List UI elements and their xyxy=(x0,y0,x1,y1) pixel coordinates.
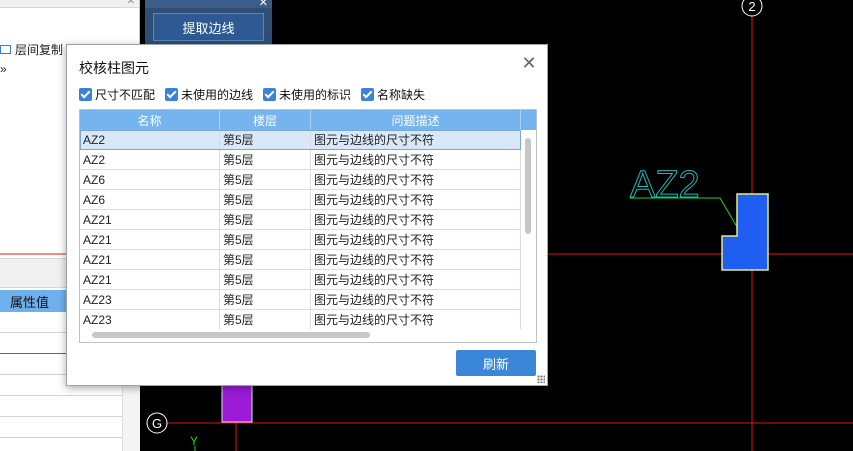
issues-table: 名称 楼层 问题描述 AZ2 第5层 图元与边线的尺寸不符 AZ2 第5层 图元… xyxy=(79,109,537,343)
cell-name: AZ21 xyxy=(80,230,220,249)
filter-size-mismatch[interactable]: 尺寸不匹配 xyxy=(79,86,155,103)
column-shape[interactable] xyxy=(721,193,769,271)
table-row[interactable]: AZ6 第5层 图元与边线的尺寸不符 xyxy=(80,190,521,210)
cell-floor: 第5层 xyxy=(220,250,311,269)
cell-name: AZ2 xyxy=(80,130,220,149)
scroll-thumb[interactable] xyxy=(525,138,531,234)
cell-name: AZ21 xyxy=(80,250,220,269)
refresh-button[interactable]: 刷新 xyxy=(456,350,536,376)
column-header-floor[interactable]: 楼层 xyxy=(220,110,311,130)
column-header-name[interactable]: 名称 xyxy=(80,110,220,130)
table-row[interactable]: AZ2 第5层 图元与边线的尺寸不符 xyxy=(80,150,521,170)
cell-description: 图元与边线的尺寸不符 xyxy=(311,270,521,289)
cell-description: 图元与边线的尺寸不符 xyxy=(311,290,521,309)
cell-name: AZ2 xyxy=(80,150,220,169)
panel-title-bar: ✕ xyxy=(0,0,139,8)
cell-name: AZ23 xyxy=(80,290,220,309)
cell-floor: 第5层 xyxy=(220,270,311,289)
table-row[interactable]: AZ21 第5层 图元与边线的尺寸不符 xyxy=(80,270,521,290)
table-row[interactable]: AZ23 第5层 图元与边线的尺寸不符 xyxy=(80,310,521,330)
check-column-dialog: 校核柱图元 ✕ 尺寸不匹配 未使用的边线 未使用的标识 名称缺失 名称 楼层 问… xyxy=(66,44,548,386)
checkbox-checked-icon[interactable] xyxy=(165,88,179,101)
checkbox-checked-icon[interactable] xyxy=(361,88,375,101)
cell-description: 图元与边线的尺寸不符 xyxy=(311,310,521,329)
table-row[interactable]: AZ6 第5层 图元与边线的尺寸不符 xyxy=(80,170,521,190)
filter-label: 未使用的边线 xyxy=(181,88,254,102)
cell-floor: 第5层 xyxy=(220,290,311,309)
table-row[interactable]: AZ2 第5层 图元与边线的尺寸不符 xyxy=(80,130,521,150)
close-icon[interactable]: ✕ xyxy=(521,54,537,72)
cell-floor: 第5层 xyxy=(220,310,311,329)
filter-label: 未使用的标识 xyxy=(279,88,352,102)
cell-name: AZ21 xyxy=(80,270,220,289)
layer-copy-label: 层间复制 xyxy=(15,42,64,57)
cell-name: AZ21 xyxy=(80,210,220,229)
table-vertical-scrollbar[interactable] xyxy=(521,130,536,328)
scroll-thumb[interactable] xyxy=(92,332,370,338)
cell-floor: 第5层 xyxy=(220,150,311,169)
filter-name-missing[interactable]: 名称缺失 xyxy=(361,86,425,103)
cell-floor: 第5层 xyxy=(220,210,311,229)
resize-grip-icon[interactable] xyxy=(537,375,545,383)
cell-floor: 第5层 xyxy=(220,230,311,249)
cell-floor: 第5层 xyxy=(220,190,311,209)
column-label: AZ2 xyxy=(630,164,700,206)
table-body: AZ2 第5层 图元与边线的尺寸不符 AZ2 第5层 图元与边线的尺寸不符 AZ… xyxy=(80,130,521,330)
cell-description: 图元与边线的尺寸不符 xyxy=(311,230,521,249)
filter-unused-edges[interactable]: 未使用的边线 xyxy=(165,86,253,103)
cell-name: AZ6 xyxy=(80,190,220,209)
cell-description: 图元与边线的尺寸不符 xyxy=(311,250,521,269)
layer-copy-icon xyxy=(0,44,11,54)
cell-description: 图元与边线的尺寸不符 xyxy=(311,130,521,149)
cell-name: AZ23 xyxy=(80,310,220,329)
filter-label: 名称缺失 xyxy=(377,88,426,102)
tool-panel-header: ✕ xyxy=(145,0,272,9)
close-icon[interactable]: ✕ xyxy=(259,0,268,9)
property-row[interactable] xyxy=(0,396,140,417)
cell-description: 图元与边线的尺寸不符 xyxy=(311,190,521,209)
table-row[interactable]: AZ23 第5层 图元与边线的尺寸不符 xyxy=(80,290,521,310)
column-header-description[interactable]: 问题描述 xyxy=(311,110,521,130)
property-row[interactable] xyxy=(0,417,140,438)
cell-name: AZ6 xyxy=(80,170,220,189)
expand-toolbar-icon[interactable]: » xyxy=(0,62,7,76)
table-row[interactable]: AZ21 第5层 图元与边线的尺寸不符 xyxy=(80,250,521,270)
filter-unused-marks[interactable]: 未使用的标识 xyxy=(263,86,351,103)
tool-panel-bottom xyxy=(145,380,272,451)
axis-bubble-top xyxy=(741,0,763,17)
filter-checkboxes: 尺寸不匹配 未使用的边线 未使用的标识 名称缺失 xyxy=(79,86,425,103)
close-icon[interactable]: ✕ xyxy=(127,0,135,7)
table-header: 名称 楼层 问题描述 xyxy=(80,110,536,130)
cell-floor: 第5层 xyxy=(220,130,311,149)
cell-description: 图元与边线的尺寸不符 xyxy=(311,170,521,189)
table-horizontal-scrollbar[interactable] xyxy=(80,329,536,342)
table-row[interactable]: AZ21 第5层 图元与边线的尺寸不符 xyxy=(80,230,521,250)
cell-description: 图元与边线的尺寸不符 xyxy=(311,210,521,229)
filter-label: 尺寸不匹配 xyxy=(95,88,156,102)
checkbox-checked-icon[interactable] xyxy=(79,88,92,101)
dialog-title: 校核柱图元 xyxy=(79,60,149,76)
cell-description: 图元与边线的尺寸不符 xyxy=(311,150,521,169)
axis-bubble-top-label: 2 xyxy=(748,0,755,14)
checkbox-checked-icon[interactable] xyxy=(263,88,277,101)
cell-floor: 第5层 xyxy=(220,170,311,189)
table-row[interactable]: AZ21 第5层 图元与边线的尺寸不符 xyxy=(80,210,521,230)
label-leader-line xyxy=(630,197,741,233)
extract-edge-button[interactable]: 提取边线 xyxy=(153,13,264,41)
